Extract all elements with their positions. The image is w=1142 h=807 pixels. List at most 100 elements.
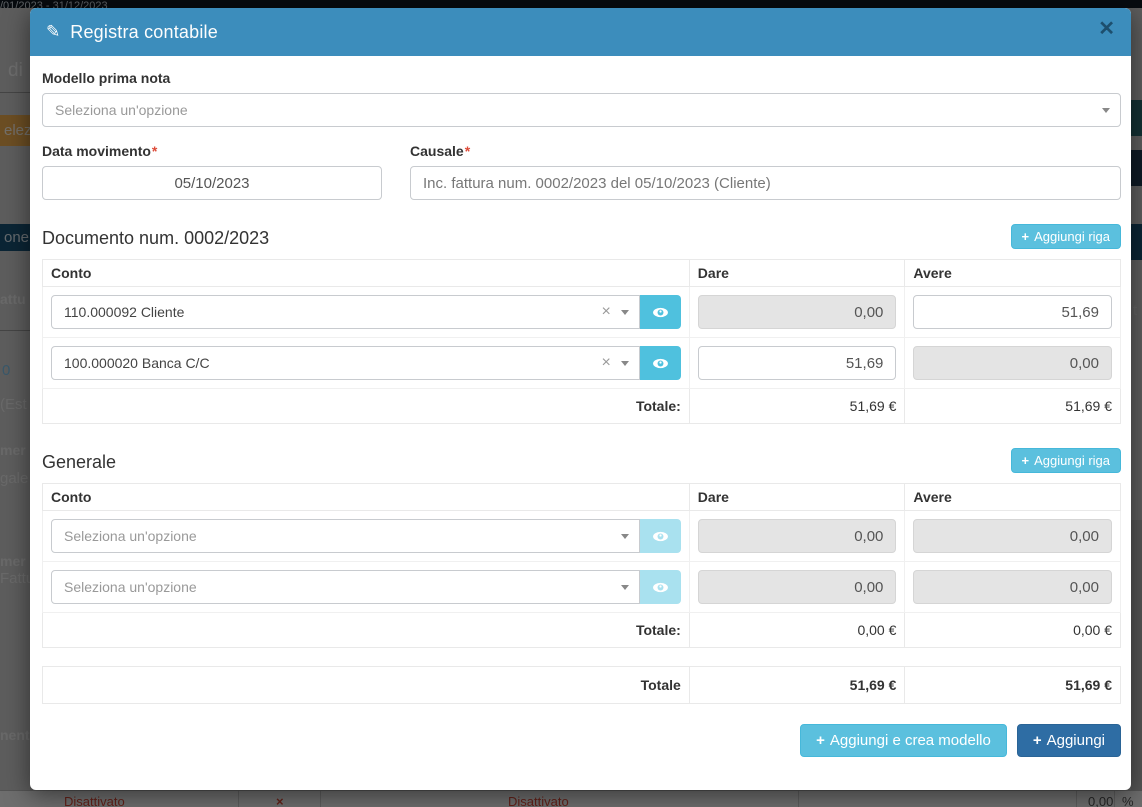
section-total-row: Totale: 0,00 € 0,00 € [43,613,1121,648]
modello-select[interactable]: Seleziona un'opzione [42,93,1121,127]
dare-input [698,570,897,604]
plus-icon: + [1033,732,1042,749]
eye-icon [652,355,669,372]
grand-total-row: Totale 51,69 € 51,69 € [43,667,1121,704]
backdrop-table-row: Disattivato × Disattivato 0,00 % [0,790,1142,807]
avere-input [913,519,1112,553]
view-account-button [640,519,681,553]
backdrop-text-fragment: mer [0,442,26,458]
conto-select[interactable]: Seleziona un'opzione [51,519,640,553]
conto-select[interactable]: 110.000092 Cliente × [51,295,640,329]
dare-input [698,519,897,553]
eye-icon [652,528,669,545]
backdrop-delete-icon: × [276,794,284,807]
modal-header: ✎ Registra contabile ✕ [30,8,1131,56]
table-row: Seleziona un'opzione [43,511,1121,562]
grand-total-table: Totale 51,69 € 51,69 € [42,666,1121,704]
add-button[interactable]: +Aggiungi [1017,724,1121,757]
dare-input [698,295,897,329]
backdrop-orange-button-fragment: elez [0,115,30,146]
documento-section-title: Documento num. 0002/2023 [42,228,269,249]
causale-input[interactable] [410,166,1121,200]
total-avere: 51,69 € [905,389,1121,424]
add-and-create-template-button[interactable]: +Aggiungi e crea modello [800,724,1007,757]
clear-icon[interactable]: × [591,354,620,372]
backdrop-tab-fragment: one [0,224,30,251]
pencil-icon: ✎ [46,22,60,42]
data-movimento-label: Data movimento* [42,143,382,159]
column-header-dare: Dare [689,260,905,287]
backdrop-text-fragment: (Est [0,396,27,413]
table-row: Seleziona un'opzione [43,562,1121,613]
table-row: 100.000020 Banca C/C × [43,338,1121,389]
chevron-down-icon [621,310,629,315]
generale-table: Conto Dare Avere Seleziona un'opzione [42,483,1121,648]
avere-input [913,346,1112,380]
dare-input[interactable] [698,346,897,380]
view-account-button[interactable] [640,346,681,380]
conto-select[interactable]: 100.000020 Banca C/C × [51,346,640,380]
total-dare: 0,00 € [689,613,905,648]
conto-placeholder: Seleziona un'opzione [64,579,197,595]
backdrop-text-fragment: gale [0,470,28,487]
column-header-conto: Conto [43,260,690,287]
section-total-row: Totale: 51,69 € 51,69 € [43,389,1121,424]
chevron-down-icon [621,361,629,366]
conto-selected-value: 110.000092 Cliente [64,304,184,320]
plus-icon: + [1022,229,1030,244]
backdrop-topbar: /01/2023 - 31/12/2023 [0,0,1142,8]
table-row: 110.000092 Cliente × [43,287,1121,338]
backdrop-text-fragment: mer [0,553,26,569]
conto-placeholder: Seleziona un'opzione [64,528,197,544]
clear-icon[interactable]: × [591,303,620,321]
column-header-conto: Conto [43,484,690,511]
column-header-avere: Avere [905,260,1121,287]
required-asterisk: * [152,143,157,159]
required-asterisk: * [465,143,470,159]
backdrop-link-fragment: 0 [2,362,10,379]
total-avere: 0,00 € [905,613,1121,648]
add-row-button[interactable]: +Aggiungi riga [1011,224,1121,249]
modello-label: Modello prima nota [42,70,1121,86]
modello-placeholder: Seleziona un'opzione [55,102,188,118]
total-label: Totale: [43,613,690,648]
generale-section-title: Generale [42,452,116,473]
column-header-avere: Avere [905,484,1121,511]
modal-title: Registra contabile [70,22,218,43]
eye-icon [652,579,669,596]
grand-total-label: Totale [43,667,690,704]
registra-contabile-modal: ✎ Registra contabile ✕ Modello prima not… [30,8,1131,790]
plus-icon: + [816,732,825,749]
total-label: Totale: [43,389,690,424]
documento-table: Conto Dare Avere 110.000092 Cliente × [42,259,1121,424]
backdrop-percent-text: % [1122,794,1134,807]
add-row-button[interactable]: +Aggiungi riga [1011,448,1121,473]
data-movimento-input[interactable] [42,166,382,200]
avere-input[interactable] [913,295,1112,329]
plus-icon: + [1022,453,1030,468]
backdrop-daterange-text: /01/2023 - 31/12/2023 [0,0,108,8]
modal-footer: +Aggiungi e crea modello +Aggiungi [42,724,1121,763]
backdrop-heading-fragment: di [8,60,23,82]
grand-total-avere: 51,69 € [905,667,1121,704]
backdrop-text-fragment: attu [0,291,26,307]
causale-label: Causale* [410,143,1121,159]
modal-body: Modello prima nota Seleziona un'opzione … [30,56,1131,763]
backdrop-status-text: Disattivato [508,794,569,807]
grand-total-dare: 51,69 € [689,667,905,704]
chevron-down-icon [1102,108,1110,113]
chevron-down-icon [621,585,629,590]
view-account-button [640,570,681,604]
avere-input [913,570,1112,604]
conto-select[interactable]: Seleziona un'opzione [51,570,640,604]
conto-selected-value: 100.000020 Banca C/C [64,355,210,371]
eye-icon [652,304,669,321]
backdrop-text-fragment: nent [0,727,30,743]
total-dare: 51,69 € [689,389,905,424]
backdrop-value-text: 0,00 [1088,794,1113,807]
chevron-down-icon [621,534,629,539]
backdrop-status-text: Disattivato [64,794,125,807]
column-header-dare: Dare [689,484,905,511]
close-icon[interactable]: ✕ [1098,19,1115,39]
view-account-button[interactable] [640,295,681,329]
